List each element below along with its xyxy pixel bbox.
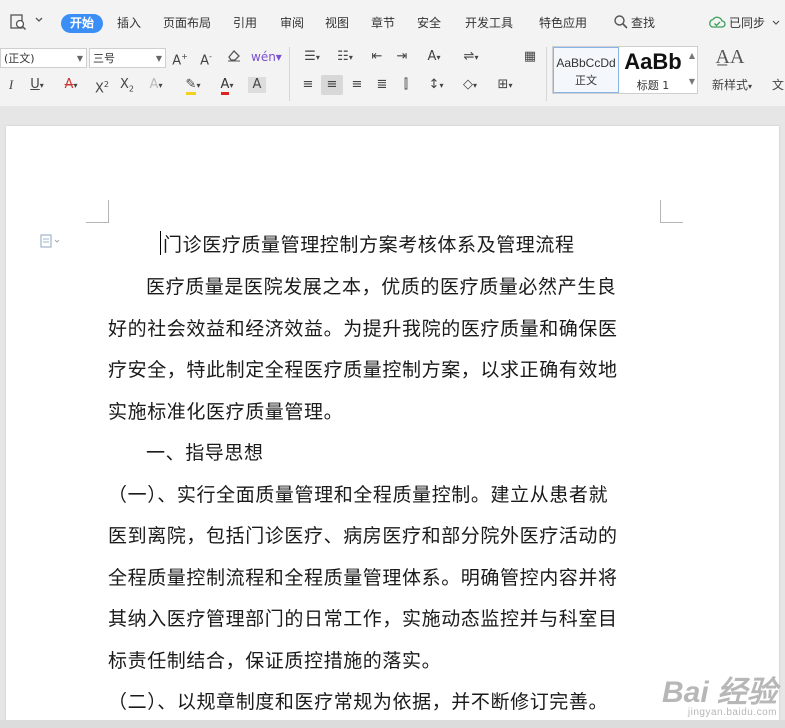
style-heading-1[interactable]: AaBb 标题 1 bbox=[621, 47, 685, 93]
document-title[interactable]: 门诊医疗质量管理控制方案考核体系及管理流程 bbox=[163, 230, 575, 257]
chevron-down-icon[interactable] bbox=[771, 17, 785, 37]
menu-bar: 开始 插入 页面布局 引用 审阅 视图 章节 安全 开发工具 特色应用 查找 已… bbox=[0, 0, 785, 44]
subscript-icon[interactable]: X2 bbox=[117, 75, 137, 100]
distributed-icon[interactable]: ⫿ bbox=[396, 75, 416, 95]
paragraph-layout-icon[interactable] bbox=[40, 234, 62, 251]
print-preview-icon[interactable] bbox=[8, 12, 28, 32]
document-workspace: 门诊医疗质量管理控制方案考核体系及管理流程 医疗质量是医院发展之本，优质的医疗质… bbox=[0, 106, 785, 728]
paragraph-line[interactable]: 全程质量控制流程和全程质量管理体系。明确管控内容并将 bbox=[108, 563, 618, 590]
style-heading-1-name: 标题 1 bbox=[636, 79, 670, 92]
bullet-list-icon[interactable]: ☰▾ bbox=[298, 47, 326, 68]
tab-insert[interactable]: 插入 bbox=[117, 14, 141, 33]
border-icon[interactable]: ⊞▾ bbox=[491, 75, 519, 96]
paragraph-line[interactable]: 其纳入医疗管理部门的日常工作，实施动态监控并与科室目 bbox=[108, 604, 618, 631]
margin-corner-top-left bbox=[86, 200, 109, 223]
char-shading-icon[interactable]: A bbox=[248, 77, 266, 93]
paragraph-line[interactable]: 医疗质量是医院发展之本，优质的医疗质量必然产生良 bbox=[146, 272, 616, 299]
style-normal-sample: AaBbCcDd bbox=[556, 56, 616, 70]
ribbon-toolbar: (正文) ▼ 三号 ▼ A+ A- wén▾ I U▾ A▾ X2 X2 A▾ … bbox=[0, 44, 785, 106]
chevron-down-icon: ▼ bbox=[76, 54, 83, 63]
shading-icon[interactable]: ◇▾ bbox=[456, 75, 484, 96]
style-gallery: AaBbCcDd 正文 AaBb 标题 1 ▲ ▼ bbox=[552, 46, 698, 94]
sync-status[interactable]: 已同步 bbox=[729, 14, 765, 33]
paragraph-mark-icon[interactable]: ⇌▾ bbox=[457, 47, 485, 68]
paragraph-line[interactable]: 标责任制结合，保证质控措施的落实。 bbox=[108, 646, 441, 673]
cloud-sync-icon[interactable] bbox=[708, 15, 728, 35]
status-bar bbox=[0, 720, 785, 728]
phonetic-guide-icon[interactable]: wén▾ bbox=[251, 47, 282, 67]
table-layout-icon[interactable]: ▦ bbox=[520, 47, 540, 67]
clear-format-icon[interactable] bbox=[224, 47, 244, 70]
paragraph-line[interactable]: （二）、以规章制度和医疗常规为依据，并不断修订完善。 bbox=[108, 687, 608, 714]
align-right-icon[interactable]: ≡ bbox=[347, 75, 367, 95]
cutoff-ribbon-label: 文 bbox=[772, 78, 785, 92]
font-size-select[interactable]: 三号 ▼ bbox=[89, 48, 166, 68]
line-spacing-icon[interactable]: ↕▾ bbox=[422, 75, 450, 96]
style-normal[interactable]: AaBbCcDd 正文 bbox=[553, 47, 619, 93]
style-heading-1-sample: AaBb bbox=[624, 49, 682, 74]
tab-security[interactable]: 安全 bbox=[417, 14, 441, 33]
italic-icon[interactable]: I bbox=[4, 75, 18, 95]
font-color-icon[interactable]: A▾ bbox=[213, 75, 241, 96]
separator bbox=[546, 47, 547, 101]
tab-page-layout[interactable]: 页面布局 bbox=[163, 14, 211, 33]
search-icon[interactable] bbox=[613, 14, 633, 34]
highlight-icon[interactable]: ✎▾ bbox=[178, 75, 208, 96]
section-heading[interactable]: 一、指导思想 bbox=[146, 438, 264, 465]
paragraph-line[interactable]: 疗安全，特此制定全程医疗质量控制方案，以求正确有效地 bbox=[108, 355, 618, 382]
font-name-value: (正文) bbox=[4, 52, 35, 65]
text-cursor bbox=[160, 231, 161, 255]
separator bbox=[289, 47, 290, 101]
tab-features[interactable]: 特色应用 bbox=[539, 14, 587, 33]
style-normal-name: 正文 bbox=[575, 74, 597, 87]
align-center-icon[interactable]: ≡ bbox=[321, 75, 343, 95]
superscript-icon[interactable]: X2 bbox=[92, 75, 112, 99]
paragraph-line[interactable]: 好的社会效益和经济效益。为提升我院的医疗质量和确保医 bbox=[108, 314, 618, 341]
paragraph-line[interactable]: 实施标准化医疗质量管理。 bbox=[108, 397, 343, 424]
align-left-icon[interactable]: ≡ bbox=[298, 75, 318, 95]
margin-corner-top-right bbox=[660, 200, 683, 223]
increase-indent-icon[interactable]: ⇥ bbox=[392, 47, 412, 67]
underline-icon[interactable]: U▾ bbox=[24, 75, 50, 96]
new-style-button[interactable]: 新样式▾ bbox=[706, 75, 758, 97]
font-size-value: 三号 bbox=[93, 52, 115, 65]
numbered-list-icon[interactable]: ☷▾ bbox=[331, 47, 359, 68]
new-style-label: 新样式 bbox=[711, 78, 748, 92]
decrease-indent-icon[interactable]: ⇤ bbox=[367, 47, 387, 67]
grow-font-icon[interactable]: A+ bbox=[170, 47, 190, 71]
document-page[interactable]: 门诊医疗质量管理控制方案考核体系及管理流程 医疗质量是医院发展之本，优质的医疗质… bbox=[6, 126, 779, 728]
watermark-text: Bai 经验 bbox=[661, 676, 777, 709]
search-label[interactable]: 查找 bbox=[631, 14, 655, 33]
tab-review[interactable]: 审阅 bbox=[280, 14, 304, 33]
tab-section[interactable]: 章节 bbox=[371, 14, 395, 33]
new-style-icon[interactable]: A̲A bbox=[710, 47, 750, 67]
tab-home[interactable]: 开始 bbox=[61, 14, 104, 33]
tab-references[interactable]: 引用 bbox=[233, 14, 257, 33]
chevron-down-icon[interactable] bbox=[33, 14, 53, 34]
strikethrough-icon[interactable]: A▾ bbox=[56, 75, 86, 96]
justify-icon[interactable]: ≣ bbox=[372, 75, 392, 95]
chevron-up-icon[interactable]: ▲ bbox=[689, 51, 695, 60]
tab-view[interactable]: 视图 bbox=[325, 14, 349, 33]
chinese-layout-icon[interactable]: A▾ bbox=[420, 47, 448, 68]
chevron-down-icon: ▼ bbox=[155, 54, 162, 63]
chevron-down-icon[interactable]: ▼ bbox=[689, 77, 695, 86]
watermark: Bai 经验 jingyan.baidu.com bbox=[662, 667, 777, 718]
text-effect-icon[interactable]: A▾ bbox=[143, 75, 169, 96]
paragraph-line[interactable]: 医到离院，包括门诊医疗、病房医疗和部分院外医疗活动的 bbox=[108, 521, 618, 548]
font-name-select[interactable]: (正文) ▼ bbox=[0, 48, 87, 68]
tab-developer[interactable]: 开发工具 bbox=[465, 14, 513, 33]
paragraph-line[interactable]: （一）、实行全面质量管理和全程质量控制。建立从患者就 bbox=[108, 480, 608, 507]
shrink-font-icon[interactable]: A- bbox=[196, 47, 216, 71]
